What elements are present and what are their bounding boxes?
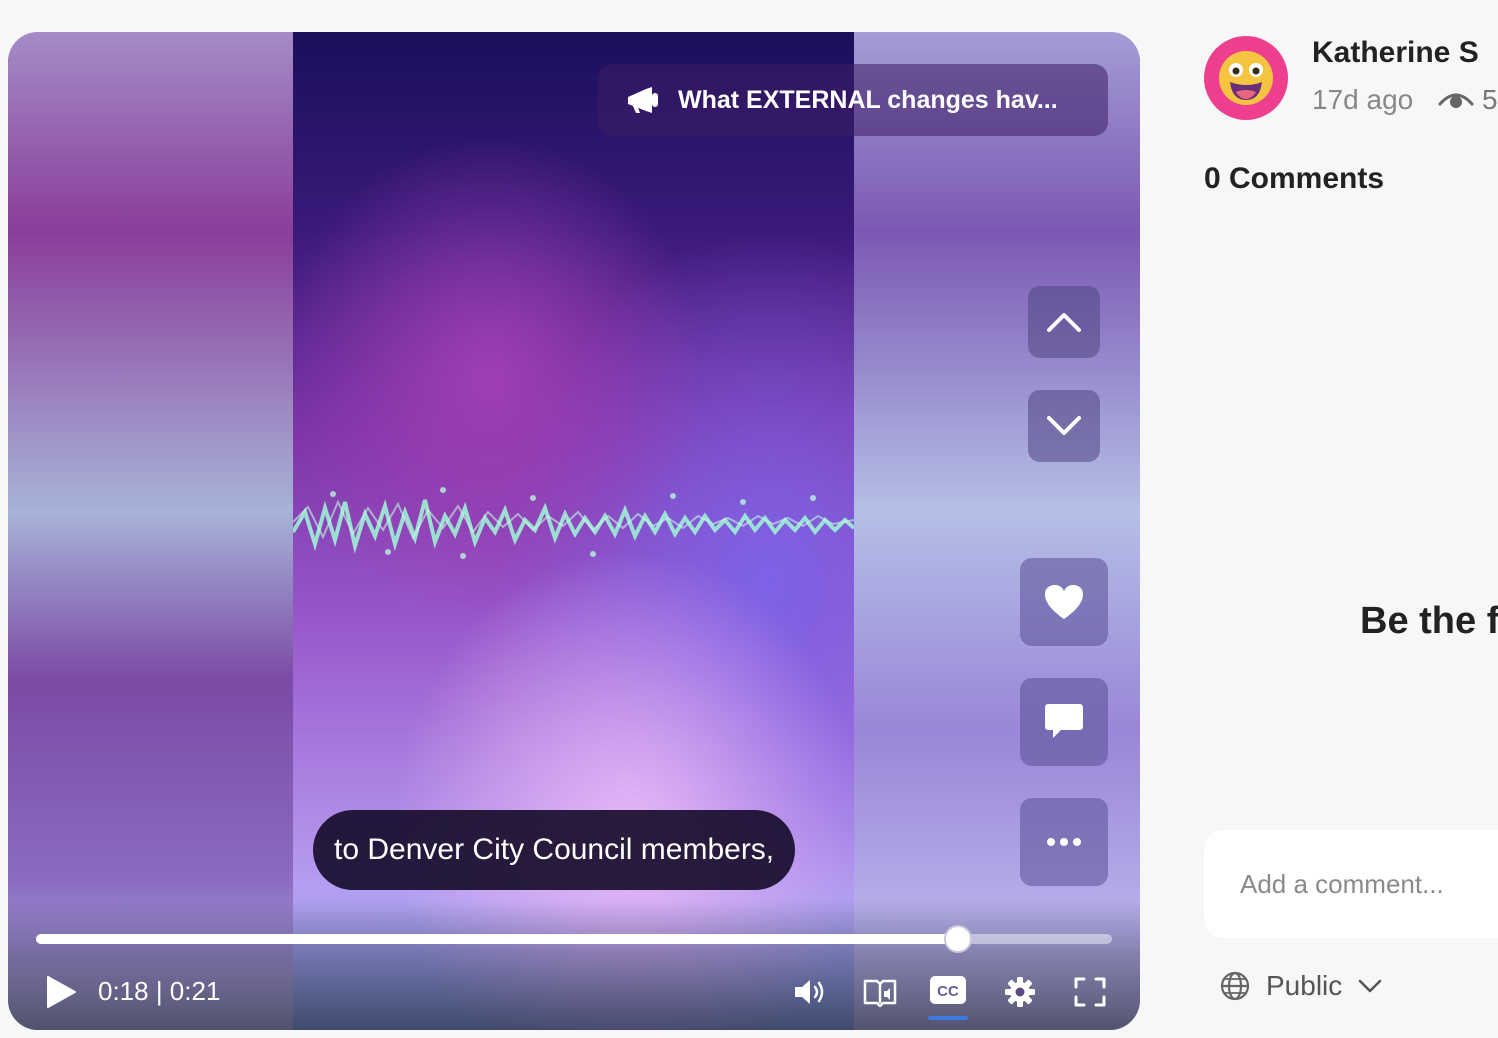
comment-button[interactable] xyxy=(1020,678,1108,766)
author-avatar[interactable] xyxy=(1204,36,1288,120)
chevron-down-icon xyxy=(1047,416,1081,435)
chevron-up-icon xyxy=(1047,313,1081,332)
closed-captions-icon: CC xyxy=(930,976,966,1004)
fullscreen-icon xyxy=(1074,977,1106,1007)
chevron-down-icon xyxy=(1359,979,1382,993)
volume-icon xyxy=(795,980,824,1004)
eye-icon xyxy=(1438,93,1474,108)
globe-icon xyxy=(1220,971,1250,1001)
topic-title: What EXTERNAL changes hav... xyxy=(678,85,1058,114)
view-count-value: 5 xyxy=(1482,84,1498,115)
author-name[interactable]: Katherine S xyxy=(1312,36,1479,70)
video-caption: to Denver City Council members, xyxy=(313,810,796,890)
audio-waveform xyxy=(293,487,854,559)
progress-scrubber-handle[interactable] xyxy=(944,925,973,953)
topic-title-pill[interactable]: What EXTERNAL changes hav... xyxy=(598,64,1108,136)
video-player[interactable]: What EXTERNAL changes hav... to Denver C… xyxy=(8,32,1140,1030)
settings-button[interactable] xyxy=(1000,974,1040,1010)
playback-time: 0:18 | 0:21 xyxy=(98,976,221,1006)
comment-input[interactable] xyxy=(1240,868,1498,900)
play-button[interactable] xyxy=(44,974,78,1010)
progress-fill xyxy=(36,934,959,944)
more-dots-icon xyxy=(1047,838,1081,846)
video-blur-background-left xyxy=(8,32,293,1030)
svg-text:CC: CC xyxy=(937,983,959,1000)
fullscreen-button[interactable] xyxy=(1070,974,1110,1010)
play-icon xyxy=(47,976,76,1008)
more-options-button[interactable] xyxy=(1020,798,1108,886)
privacy-label: Public xyxy=(1266,970,1343,1001)
comments-heading: 0 Comments xyxy=(1204,162,1385,195)
comment-bubble-icon xyxy=(1045,704,1083,738)
empty-comments-message: Be the f xyxy=(1360,600,1498,642)
posted-time: 17d ago xyxy=(1312,84,1414,115)
captions-active-indicator xyxy=(928,1016,968,1020)
privacy-selector[interactable]: Public xyxy=(1220,970,1382,1002)
heart-icon xyxy=(1045,585,1083,619)
next-video-button[interactable] xyxy=(1028,390,1100,462)
megaphone-icon xyxy=(628,87,658,113)
like-button[interactable] xyxy=(1020,558,1108,646)
comment-input-container[interactable] xyxy=(1204,830,1498,938)
view-count: 5 xyxy=(1438,84,1498,116)
audio-description-icon xyxy=(863,979,897,1007)
controls-overlay xyxy=(8,900,1140,1030)
smiling-face-emoji-icon xyxy=(1219,51,1273,105)
audio-description-button[interactable] xyxy=(860,974,900,1010)
volume-button[interactable] xyxy=(790,974,830,1010)
closed-captions-button[interactable]: CC xyxy=(928,972,968,1008)
progress-bar[interactable] xyxy=(36,925,1112,953)
gear-icon xyxy=(1005,977,1035,1007)
previous-video-button[interactable] xyxy=(1028,286,1100,358)
